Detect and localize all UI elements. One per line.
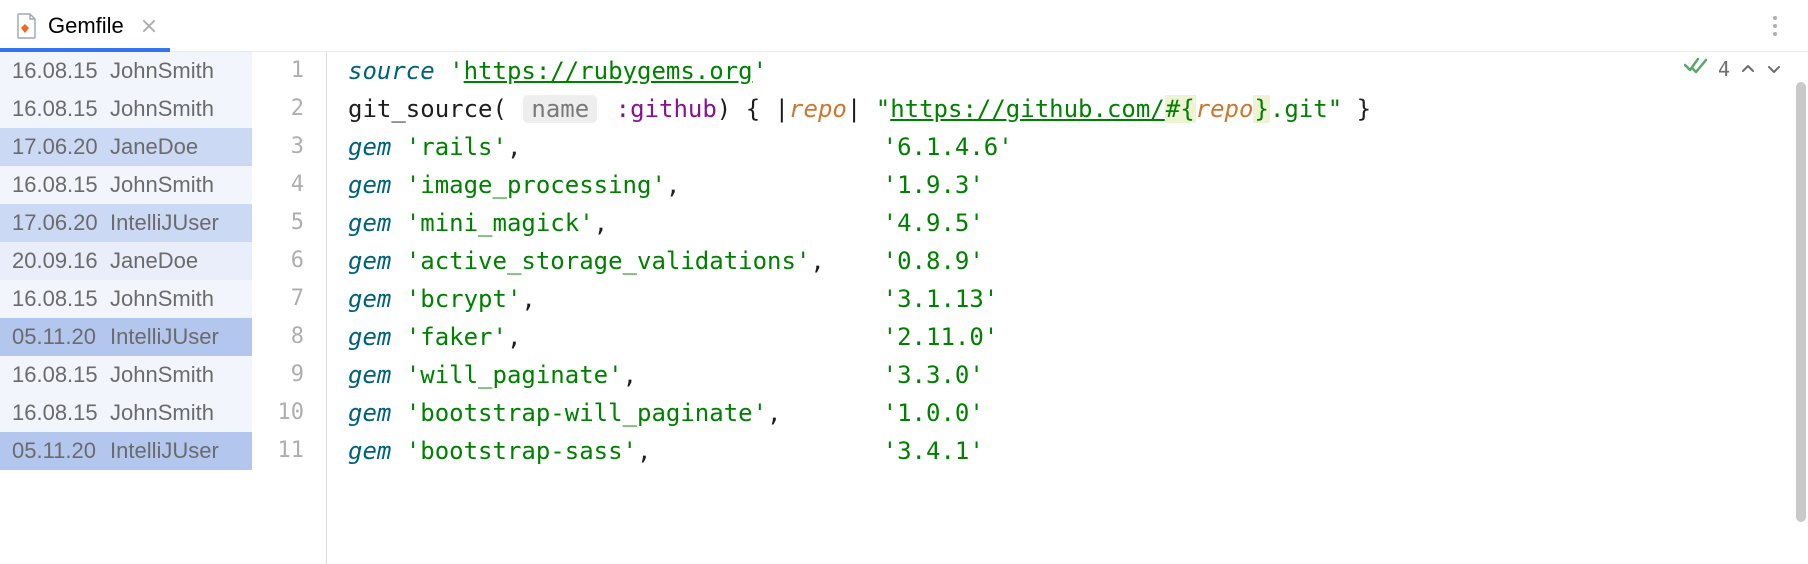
kebab-menu-icon[interactable]: [1760, 11, 1790, 41]
blame-author: JohnSmith: [110, 172, 214, 198]
file-icon: [16, 13, 38, 39]
editor-tab-gemfile[interactable]: Gemfile: [0, 0, 172, 51]
blame-date: 16.08.15: [12, 400, 104, 426]
chevron-down-icon[interactable]: [1766, 61, 1782, 77]
blame-author: IntelliJUser: [110, 438, 219, 464]
gutter-separator: [326, 52, 348, 564]
blame-row[interactable]: 16.08.15JohnSmith: [0, 52, 252, 90]
line-number: 8: [252, 318, 326, 356]
blame-date: 20.09.16: [12, 248, 104, 274]
blame-row[interactable]: 16.08.15JohnSmith: [0, 280, 252, 318]
blame-author: JohnSmith: [110, 286, 214, 312]
blame-date: 17.06.20: [12, 210, 104, 236]
blame-row[interactable]: 16.08.15JohnSmith: [0, 356, 252, 394]
line-number: 3: [252, 128, 326, 166]
code-line[interactable]: gem 'bootstrap-sass', '3.4.1': [348, 432, 1808, 470]
code-line[interactable]: gem 'will_paginate', '3.3.0': [348, 356, 1808, 394]
blame-author: JaneDoe: [110, 134, 198, 160]
code-editor: 16.08.15JohnSmith16.08.15JohnSmith17.06.…: [0, 52, 1808, 564]
blame-author: JohnSmith: [110, 96, 214, 122]
close-icon[interactable]: [142, 19, 156, 33]
blame-date: 05.11.20: [12, 324, 104, 350]
code-line[interactable]: gem 'rails', '6.1.4.6': [348, 128, 1808, 166]
line-number: 7: [252, 280, 326, 318]
blame-author: JohnSmith: [110, 58, 214, 84]
line-number: 4: [252, 166, 326, 204]
git-blame-gutter[interactable]: 16.08.15JohnSmith16.08.15JohnSmith17.06.…: [0, 52, 252, 564]
line-number: 1: [252, 52, 326, 90]
blame-row[interactable]: 05.11.20IntelliJUser: [0, 432, 252, 470]
vertical-scrollbar[interactable]: [1792, 52, 1808, 564]
code-line[interactable]: gem 'mini_magick', '4.9.5': [348, 204, 1808, 242]
blame-author: JohnSmith: [110, 362, 214, 388]
line-number: 11: [252, 432, 326, 470]
code-line[interactable]: git_source( name :github) { |repo| "http…: [348, 90, 1808, 128]
blame-row[interactable]: 05.11.20IntelliJUser: [0, 318, 252, 356]
inspection-checkmarks-icon: [1684, 56, 1708, 81]
scrollbar-thumb[interactable]: [1796, 82, 1806, 522]
code-line[interactable]: gem 'image_processing', '1.9.3': [348, 166, 1808, 204]
line-number: 10: [252, 394, 326, 432]
blame-author: IntelliJUser: [110, 324, 219, 350]
code-line[interactable]: gem 'active_storage_validations', '0.8.9…: [348, 242, 1808, 280]
blame-row[interactable]: 20.09.16JaneDoe: [0, 242, 252, 280]
blame-date: 16.08.15: [12, 286, 104, 312]
blame-row[interactable]: 16.08.15JohnSmith: [0, 90, 252, 128]
blame-date: 16.08.15: [12, 172, 104, 198]
blame-row[interactable]: 16.08.15JohnSmith: [0, 394, 252, 432]
blame-date: 16.08.15: [12, 58, 104, 84]
blame-date: 05.11.20: [12, 438, 104, 464]
code-line[interactable]: source 'https://rubygems.org': [348, 52, 1808, 90]
blame-author: JaneDoe: [110, 248, 198, 274]
blame-author: IntelliJUser: [110, 210, 219, 236]
code-line[interactable]: gem 'bootstrap-will_paginate', '1.0.0': [348, 394, 1808, 432]
blame-date: 16.08.15: [12, 362, 104, 388]
line-number: 5: [252, 204, 326, 242]
code-area[interactable]: 4 source 'https://rubygems.org'git_sourc…: [348, 52, 1808, 564]
blame-date: 16.08.15: [12, 96, 104, 122]
blame-row[interactable]: 17.06.20JaneDoe: [0, 128, 252, 166]
line-number: 2: [252, 90, 326, 128]
editor-tab-label: Gemfile: [48, 13, 124, 39]
editor-tab-bar: Gemfile: [0, 0, 1808, 52]
line-number: 6: [252, 242, 326, 280]
inspection-widget[interactable]: 4: [1684, 56, 1782, 81]
line-number: 9: [252, 356, 326, 394]
chevron-up-icon[interactable]: [1740, 61, 1756, 77]
blame-row[interactable]: 16.08.15JohnSmith: [0, 166, 252, 204]
inspection-count: 4: [1718, 57, 1730, 81]
blame-author: JohnSmith: [110, 400, 214, 426]
blame-row[interactable]: 17.06.20IntelliJUser: [0, 204, 252, 242]
code-line[interactable]: gem 'bcrypt', '3.1.13': [348, 280, 1808, 318]
line-number-gutter: 1234567891011: [252, 52, 326, 564]
blame-date: 17.06.20: [12, 134, 104, 160]
code-line[interactable]: gem 'faker', '2.11.0': [348, 318, 1808, 356]
